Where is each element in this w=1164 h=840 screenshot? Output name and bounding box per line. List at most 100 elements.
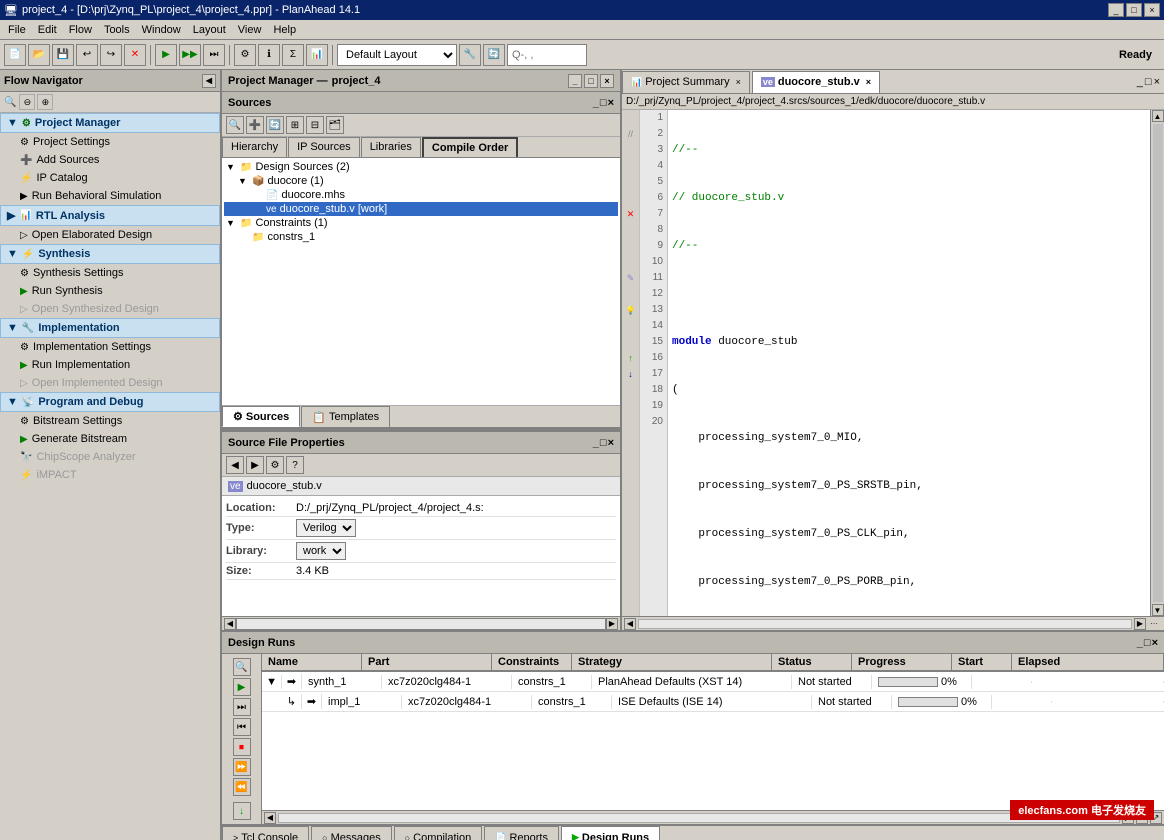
nav-item-open-elaborated[interactable]: ▷Open Elaborated Design — [0, 226, 220, 244]
btm-tab-tcl-console[interactable]: > Tcl Console — [222, 826, 309, 840]
tab-ip-sources[interactable]: IP Sources — [288, 137, 360, 157]
tb-refresh[interactable]: 🔄 — [483, 44, 505, 66]
editor-maximize-btn[interactable]: □ — [1145, 76, 1152, 88]
sfp-bottom-scrollbar[interactable]: ◀ ▶ — [222, 616, 620, 630]
btm-tab-messages[interactable]: ○ Messages — [311, 826, 392, 840]
src-expand-btn[interactable]: ⊞ — [286, 116, 304, 134]
tb-run3[interactable]: ⏭ — [203, 44, 225, 66]
nav-section-header-program[interactable]: ▼ 📡 Program and Debug — [0, 392, 220, 412]
dr-scroll-left[interactable]: ◀ — [264, 812, 276, 824]
nav-item-generate-bitstream[interactable]: ▶Generate Bitstream — [0, 430, 220, 448]
dr-fast-fwd-btn[interactable]: ⏩ — [233, 758, 251, 776]
src-collapse-btn[interactable]: ⊟ — [306, 116, 324, 134]
nav-collapse-btn[interactable]: ◀ — [202, 74, 216, 88]
sfp-scroll-left[interactable]: ◀ — [224, 618, 236, 630]
nav-item-open-synthesized[interactable]: ▷Open Synthesized Design — [0, 300, 220, 318]
menu-tools[interactable]: Tools — [98, 22, 136, 38]
menu-view[interactable]: View — [232, 22, 268, 38]
ps-tab-close-icon[interactable]: × — [736, 77, 741, 87]
nav-item-open-impl[interactable]: ▷Open Implemented Design — [0, 374, 220, 392]
btm-tab-design-runs[interactable]: ▶ Design Runs — [561, 826, 660, 840]
menu-file[interactable]: File — [2, 22, 32, 38]
hscroll-right-btn[interactable]: ▶ — [1134, 618, 1146, 630]
nav-item-chipscope[interactable]: 🔭ChipScope Analyzer — [0, 448, 220, 466]
tree-design-sources[interactable]: ▼ 📁 Design Sources (2) — [224, 160, 618, 174]
nav-section-header-synthesis[interactable]: ▼ ⚡ Synthesis — [0, 244, 220, 264]
src-refresh-btn[interactable]: 🔄 — [266, 116, 284, 134]
dr-minimize-btn[interactable]: _ — [1137, 637, 1143, 649]
pm-minimize-btn[interactable]: _ — [568, 74, 582, 88]
sfp-help-btn[interactable]: ? — [286, 456, 304, 474]
editor-hscrollbar[interactable]: ◀ ▶ ··· — [622, 616, 1164, 630]
dr-row-synth1[interactable]: ▼ ➡ synth_1 xc7z020clg484-1 constrs_1 Pl… — [262, 672, 1164, 692]
tab-libraries[interactable]: Libraries — [361, 137, 421, 157]
src-add-btn[interactable]: ➕ — [246, 116, 264, 134]
editor-code-area[interactable]: //-- // duocore_stub.v //-- module duoco… — [668, 110, 1150, 616]
btm-tab-compilation[interactable]: ○ Compilation — [394, 826, 483, 840]
editor-vscrollbar[interactable]: ▲ ▼ — [1150, 110, 1164, 616]
menu-layout[interactable]: Layout — [187, 22, 232, 38]
tb-gear[interactable]: ⚙ — [234, 44, 256, 66]
tb-save[interactable]: 💾 — [52, 44, 74, 66]
sfp-gear-btn[interactable]: ⚙ — [266, 456, 284, 474]
tree-constrs[interactable]: 📁 constrs_1 — [224, 230, 618, 244]
nav-item-add-sources[interactable]: ➕Add Sources — [0, 151, 220, 169]
nav-item-project-settings[interactable]: ⚙Project Settings — [0, 133, 220, 151]
sfp-type-select[interactable]: Verilog — [296, 519, 356, 537]
search-input[interactable] — [507, 44, 587, 66]
nav-zoom-in-icon[interactable]: ⊕ — [37, 94, 53, 110]
nav-item-impact[interactable]: ⚡iMPACT — [0, 466, 220, 484]
dr-close-btn[interactable]: × — [1152, 637, 1158, 649]
tab-project-summary[interactable]: 📊 Project Summary × — [622, 71, 750, 93]
sfp-minimize-btn[interactable]: _ — [593, 437, 599, 449]
nav-item-bitstream-settings[interactable]: ⚙Bitstream Settings — [0, 412, 220, 430]
nav-item-behavioral-sim[interactable]: ▶Run Behavioral Simulation — [0, 187, 220, 205]
tab-compile-order[interactable]: Compile Order — [422, 137, 518, 157]
tree-duocore-stub[interactable]: ve duocore_stub.v [work] — [224, 202, 618, 216]
dr-row-impl1[interactable]: ↳ ➡ impl_1 xc7z020clg484-1 constrs_1 ISE… — [262, 692, 1164, 712]
sfp-forward-btn[interactable]: ▶ — [246, 456, 264, 474]
nav-item-synthesis-settings[interactable]: ⚙Synthesis Settings — [0, 264, 220, 282]
sfp-close-btn[interactable]: × — [608, 437, 614, 449]
nav-section-header-impl[interactable]: ▼ 🔧 Implementation — [0, 318, 220, 338]
stub-tab-close-icon[interactable]: × — [866, 77, 871, 87]
maximize-btn[interactable]: □ — [1126, 3, 1142, 17]
dr-rewind-btn[interactable]: ⏪ — [233, 778, 251, 796]
dr-reset-btn[interactable]: ⏮ — [233, 718, 251, 736]
menu-edit[interactable]: Edit — [32, 22, 63, 38]
editor-minimize-btn[interactable]: _ — [1137, 76, 1143, 88]
dr-run-btn[interactable]: ▶ — [233, 678, 251, 696]
tab-templates[interactable]: 📋 Templates — [301, 406, 390, 427]
vscroll-down-btn[interactable]: ▼ — [1152, 604, 1164, 616]
editor-close-btn[interactable]: × — [1154, 76, 1160, 88]
tb-run[interactable]: ▶ — [155, 44, 177, 66]
sfp-maximize-btn[interactable]: □ — [600, 437, 607, 449]
nav-section-header-rtl[interactable]: ▶ 📊 RTL Analysis — [0, 205, 220, 226]
minimize-btn[interactable]: _ — [1108, 3, 1124, 17]
pm-close-btn[interactable]: × — [600, 74, 614, 88]
tab-duocore-stub[interactable]: ve duocore_stub.v × — [752, 71, 880, 93]
hscroll-left-btn[interactable]: ◀ — [624, 618, 636, 630]
tb-wrench[interactable]: 🔧 — [459, 44, 481, 66]
tab-sources[interactable]: ⚙ Sources — [222, 406, 300, 427]
dr-search-btn[interactable]: 🔍 — [233, 658, 251, 676]
dr-add-btn[interactable]: ↓ — [233, 802, 251, 820]
src-close-btn[interactable]: × — [608, 97, 614, 109]
tb-chart2[interactable]: 📊 — [306, 44, 328, 66]
tree-duocore[interactable]: ▼ 📦 duocore (1) — [224, 174, 618, 188]
src-maximize-btn[interactable]: □ — [600, 97, 607, 109]
sfp-scroll-right[interactable]: ▶ — [606, 618, 618, 630]
sfp-library-select[interactable]: work — [296, 542, 346, 560]
nav-zoom-out-icon[interactable]: ⊖ — [19, 94, 35, 110]
src-minimize-btn[interactable]: _ — [593, 97, 599, 109]
src-tree-btn[interactable]: 🗂 — [326, 116, 344, 134]
tb-chart[interactable]: Σ — [282, 44, 304, 66]
nav-item-run-impl[interactable]: ▶Run Implementation — [0, 356, 220, 374]
tb-undo[interactable]: ↩ — [76, 44, 98, 66]
btm-tab-reports[interactable]: 📄 Reports — [484, 826, 559, 840]
tree-duocore-mhs[interactable]: 📄 duocore.mhs — [224, 188, 618, 202]
vscroll-up-btn[interactable]: ▲ — [1152, 110, 1164, 122]
dr-step-btn[interactable]: ⏭ — [233, 698, 251, 716]
menu-flow[interactable]: Flow — [63, 22, 98, 38]
tree-constraints[interactable]: ▼ 📁 Constraints (1) — [224, 216, 618, 230]
